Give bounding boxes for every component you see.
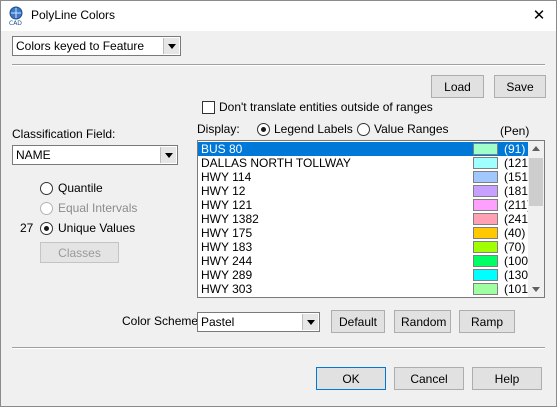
list-item[interactable]: BUS 80 (91) [198, 142, 528, 156]
save-button[interactable]: Save [494, 75, 546, 98]
svg-text:CAD: CAD [9, 20, 22, 26]
bottom-divider [12, 347, 545, 349]
list-item[interactable]: HWY 175 (40) [198, 226, 528, 240]
list-item-name: DALLAS NORTH TOLLWAY [201, 156, 351, 170]
legend-labels-radio[interactable] [257, 123, 270, 136]
color-swatch[interactable] [473, 241, 498, 253]
chevron-down-icon[interactable] [163, 38, 179, 54]
translate-checkbox-label: Don't translate entities outside of rang… [219, 100, 433, 114]
list-item[interactable]: HWY 303 (101) [198, 282, 532, 296]
value-ranges-radio[interactable] [357, 123, 370, 136]
unique-values-count: 27 [20, 221, 34, 235]
list-item[interactable]: HWY 244 (100) [198, 254, 532, 268]
quantile-label: Quantile [58, 181, 103, 195]
close-button[interactable]: ✕ [528, 5, 550, 27]
list-item-pen: (91) [504, 142, 526, 156]
color-scheme-value: Pastel [201, 315, 235, 329]
list-item[interactable]: HWY 12 (181) [198, 184, 532, 198]
list-item-name: HWY 303 [201, 282, 253, 296]
default-button[interactable]: Default [331, 310, 385, 333]
title-bar: CAD PolyLine Colors ✕ [1, 1, 556, 31]
equal-intervals-label: Equal Intervals [58, 201, 138, 215]
color-swatch[interactable] [473, 269, 498, 281]
chevron-down-icon[interactable] [160, 147, 176, 163]
chevron-down-icon[interactable] [302, 314, 318, 330]
color-swatch[interactable] [473, 171, 498, 183]
classification-field-label: Classification Field: [12, 127, 116, 141]
close-icon: ✕ [532, 7, 546, 24]
list-item[interactable]: HWY 121 (211) [198, 198, 531, 212]
top-divider [12, 64, 545, 66]
translate-checkbox[interactable] [202, 101, 215, 114]
display-label: Display: [197, 122, 240, 136]
scroll-up-icon[interactable] [528, 141, 544, 157]
window-title: PolyLine Colors [31, 8, 116, 22]
list-item-name: HWY 114 [201, 170, 252, 184]
cancel-button[interactable]: Cancel [394, 367, 464, 390]
listbox-scrollbar[interactable] [528, 141, 544, 297]
list-item[interactable]: HWY 289 (130) [198, 268, 532, 282]
list-item-name: BUS 80 [201, 142, 243, 156]
classification-field-combo[interactable]: NAME [12, 145, 178, 165]
list-item-name: HWY 121 [201, 198, 253, 212]
value-ranges-label: Value Ranges [374, 122, 449, 136]
keyed-combo-value: Colors keyed to Feature [16, 39, 145, 53]
list-item[interactable]: HWY 1382 (241) [198, 212, 532, 226]
load-button[interactable]: Load [431, 75, 484, 98]
list-item-name: HWY 244 [201, 254, 253, 268]
unique-values-label: Unique Values [58, 221, 136, 235]
color-swatch[interactable] [473, 157, 498, 169]
list-item-name: HWY 175 [201, 226, 253, 240]
random-button[interactable]: Random [394, 310, 451, 333]
ramp-button[interactable]: Ramp [459, 310, 515, 333]
color-swatch[interactable] [473, 143, 498, 155]
list-item-pen: (70) [504, 240, 526, 254]
quantile-radio[interactable] [40, 182, 53, 195]
color-swatch[interactable] [473, 199, 498, 211]
legend-listbox[interactable]: BUS 80 (91) DALLAS NORTH TOLLWAY (121) HWY 1… [197, 140, 545, 298]
pen-header: (Pen) [500, 124, 530, 138]
color-scheme-label: Color Scheme: [122, 314, 202, 328]
classes-button: Classes [40, 242, 119, 263]
list-item-name: HWY 289 [201, 268, 253, 282]
color-swatch[interactable] [473, 283, 498, 295]
polyline-colors-dialog: CAD PolyLine Colors ✕ Colors keyed to Fe… [0, 0, 557, 407]
equal-intervals-radio [40, 202, 53, 215]
list-item[interactable]: HWY 183 (70) [198, 240, 528, 254]
scroll-thumb[interactable] [529, 158, 543, 206]
list-item[interactable]: DALLAS NORTH TOLLWAY (121) [198, 156, 532, 170]
ok-button[interactable]: OK [316, 367, 386, 390]
legend-labels-label: Legend Labels [274, 122, 353, 136]
classification-field-value: NAME [16, 148, 51, 162]
color-scheme-combo[interactable]: Pastel [197, 312, 320, 332]
color-swatch[interactable] [473, 213, 498, 225]
color-swatch[interactable] [473, 255, 498, 267]
keyed-combo[interactable]: Colors keyed to Feature [12, 36, 181, 56]
color-swatch[interactable] [473, 227, 498, 239]
scroll-down-icon[interactable] [528, 281, 544, 297]
list-item-name: HWY 183 [201, 240, 253, 254]
color-swatch[interactable] [473, 185, 498, 197]
list-item-name: HWY 12 [201, 184, 246, 198]
help-button[interactable]: Help [472, 367, 542, 390]
list-item-name: HWY 1382 [201, 212, 259, 226]
cad-app-icon: CAD [9, 6, 23, 26]
list-item-pen: (40) [504, 226, 526, 240]
list-item[interactable]: HWY 114 (151) [198, 170, 532, 184]
unique-values-radio[interactable] [40, 222, 53, 235]
